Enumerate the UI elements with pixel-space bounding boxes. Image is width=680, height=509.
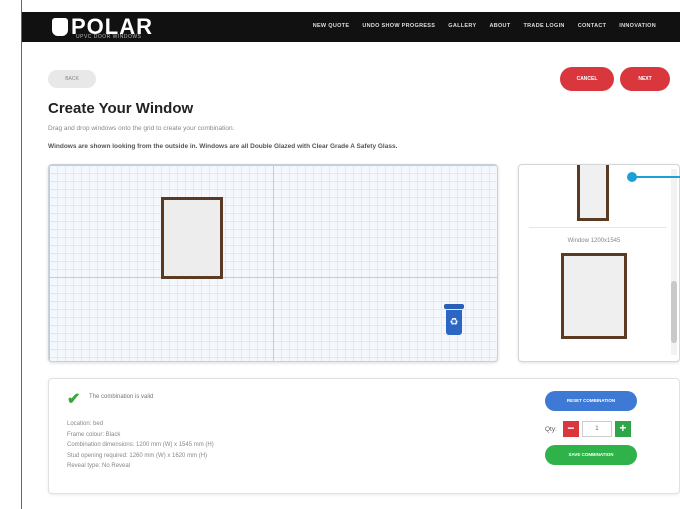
qty-input[interactable]: 1 (581, 421, 612, 437)
nav-innovation[interactable]: INNOVATION (619, 23, 656, 29)
detail-location: Location: bed (67, 421, 104, 427)
detail-frame-colour: Frame colour: Black (67, 431, 121, 438)
page-title: Create Your Window (48, 100, 194, 117)
recycle-symbol-icon: ♻ (446, 310, 462, 335)
detail-reveal-type: Reveal type: No Reveal (67, 463, 131, 469)
top-navbar: POLAR UPVC DOOR WINDOWS NEW QUOTE UNDO S… (22, 12, 680, 42)
main-nav: NEW QUOTE UNDO SHOW PROGRESS GALLERY ABO… (313, 23, 656, 29)
nav-undo-show-progress[interactable]: UNDO SHOW PROGRESS (362, 23, 435, 29)
recycle-bin-icon[interactable]: ♻ (444, 304, 464, 336)
qty-decrement-button[interactable]: − (562, 421, 579, 437)
next-button[interactable]: NEXT (620, 67, 670, 91)
bin-lid (444, 304, 464, 309)
save-combination-button[interactable]: SAVE COMBINATION (545, 445, 637, 465)
quantity-stepper: Qty: − 1 + (545, 421, 631, 437)
combination-summary: ✔ The combination is valid Location: bed… (48, 378, 680, 494)
nav-trade-login[interactable]: TRADE LOGIN (524, 23, 565, 29)
callout-line (636, 176, 680, 178)
design-grid[interactable]: ♻ (48, 164, 498, 362)
nav-contact[interactable]: CONTACT (578, 23, 607, 29)
window-palette: Window 1200x1545 (518, 164, 680, 362)
polar-logo-icon (52, 18, 68, 36)
palette-scrollbar[interactable] (671, 169, 677, 355)
page-border (21, 0, 22, 509)
page: POLAR UPVC DOOR WINDOWS NEW QUOTE UNDO S… (0, 0, 680, 509)
validity-status: The combination is valid (89, 394, 154, 400)
combination-details: Location: bed Frame colour: Black Combin… (67, 419, 214, 472)
qty-increment-button[interactable]: + (614, 421, 631, 437)
glazing-note: Windows are shown looking from the outsi… (48, 143, 398, 150)
cancel-button[interactable]: CANCEL (560, 67, 614, 91)
reset-combination-button[interactable]: RESET COMBINATION (545, 391, 637, 411)
qty-label: Qty: (545, 425, 557, 433)
nav-new-quote[interactable]: NEW QUOTE (313, 23, 350, 29)
palette-window-1200x1545[interactable] (561, 253, 627, 339)
palette-window-label: Window 1200x1545 (567, 238, 621, 244)
back-button[interactable]: BACK (48, 70, 96, 88)
check-icon: ✔ (67, 391, 81, 408)
page-subtitle: Drag and drop windows onto the grid to c… (48, 125, 235, 132)
brand-tagline: UPVC DOOR WINDOWS (76, 34, 142, 40)
nav-gallery[interactable]: GALLERY (448, 23, 476, 29)
nav-about[interactable]: ABOUT (489, 23, 510, 29)
detail-stud-opening: Stud opening required: 1260 mm (W) x 162… (67, 452, 208, 459)
scrollbar-thumb[interactable] (671, 281, 677, 343)
palette-divider (529, 227, 667, 228)
detail-dimensions: Combination dimensions: 1200 mm (W) x 15… (67, 442, 214, 448)
placed-window[interactable] (161, 197, 223, 279)
palette-window-narrow[interactable] (577, 165, 609, 221)
